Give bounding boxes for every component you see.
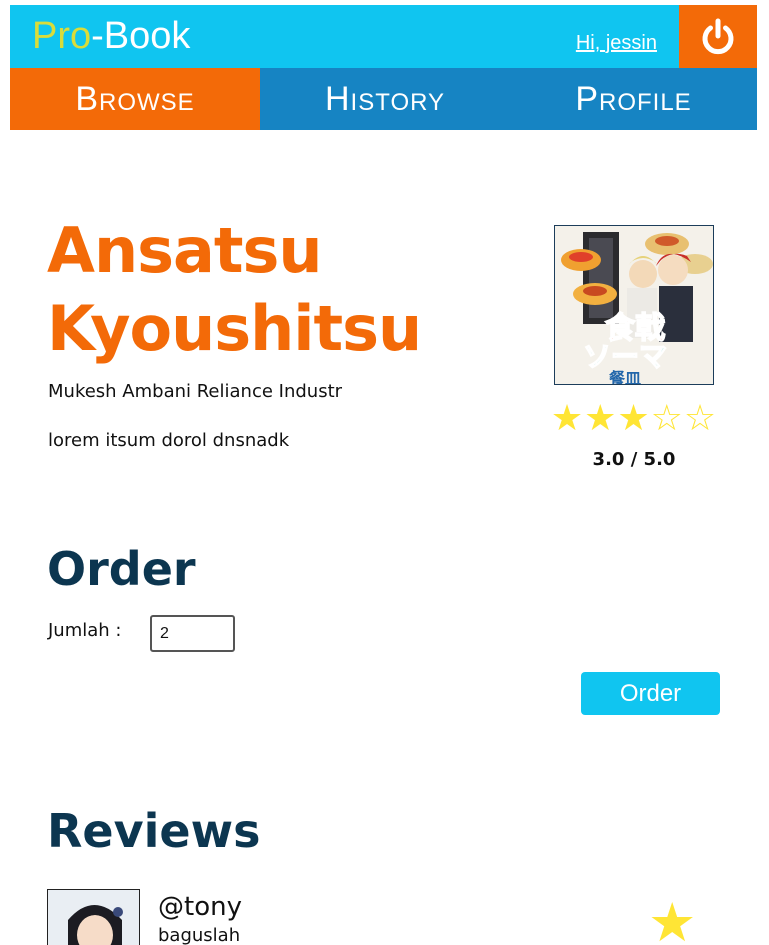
- book-description: lorem itsum dorol dnsnadk: [48, 430, 290, 451]
- cover-art: 食戟 ソーマ 餐皿: [555, 226, 713, 385]
- logout-button[interactable]: [679, 5, 757, 68]
- book-cover-image: 食戟 ソーマ 餐皿: [554, 225, 714, 385]
- review-star-icon: ★: [648, 891, 697, 945]
- order-heading: Order: [47, 542, 196, 596]
- logo-book: -Book: [91, 15, 191, 57]
- reviews-heading: Reviews: [47, 804, 261, 858]
- tab-history[interactable]: History: [260, 68, 510, 130]
- rating-stars: ★★★☆☆: [550, 398, 718, 439]
- book-title: Ansatsu Kyoushitsu: [47, 214, 422, 365]
- review-username: @tony: [158, 892, 242, 922]
- avatar-image: [48, 890, 139, 945]
- order-button[interactable]: Order: [581, 672, 720, 715]
- top-bar: Pro-Book Hi, jessin: [10, 5, 757, 68]
- review-comment: baguslah: [158, 925, 241, 945]
- svg-text:餐皿: 餐皿: [608, 369, 641, 385]
- book-author: Mukesh Ambani Reliance Industr: [48, 381, 343, 402]
- power-icon: [702, 18, 734, 54]
- tab-browse[interactable]: Browse: [10, 68, 260, 130]
- tab-profile[interactable]: Profile: [510, 68, 757, 130]
- logo-pro: Pro: [32, 15, 92, 57]
- reviewer-avatar: [47, 889, 140, 945]
- app-logo[interactable]: Pro-Book: [32, 15, 190, 57]
- rating-text: 3.0 / 5.0: [592, 449, 676, 470]
- quantity-input[interactable]: [150, 615, 235, 652]
- quantity-label: Jumlah :: [48, 620, 122, 641]
- user-greeting-link[interactable]: Hi, jessin: [576, 32, 657, 55]
- main-nav: Browse History Profile: [10, 68, 757, 130]
